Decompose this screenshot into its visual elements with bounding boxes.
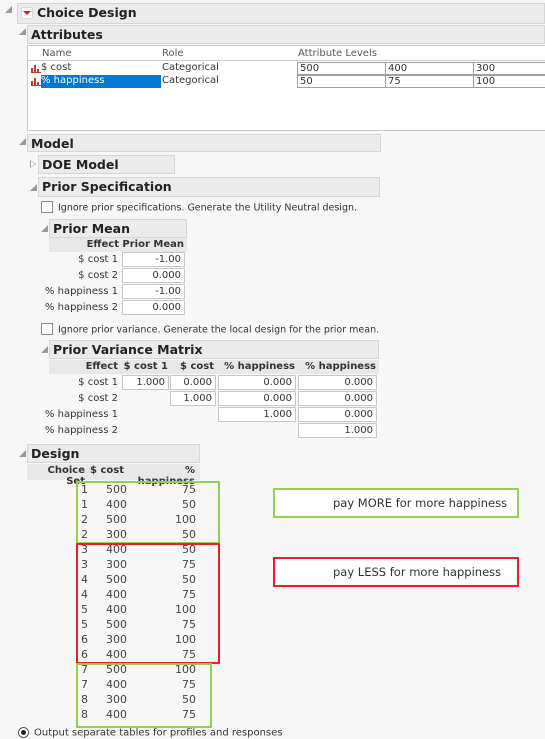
ignore-prior-spec-label: Ignore prior specifications. Generate th… — [58, 202, 358, 214]
col-prior-mean: Prior Mean — [122, 239, 184, 250]
note-pay-less-text: pay LESS for more happiness — [333, 565, 502, 579]
col-effect: Effect — [86, 239, 119, 250]
level-input[interactable]: 50 — [297, 75, 386, 88]
collapse-icon[interactable] — [41, 346, 48, 353]
attributes-table: Name Role Attribute Levels $ cost Catego… — [27, 45, 545, 131]
effect-label: $ cost 1 — [78, 377, 118, 388]
effect-label: % happiness 1 — [44, 409, 118, 420]
output-option-label: Output separate tables for profiles and … — [34, 727, 283, 739]
group-box-pay-less — [76, 543, 220, 664]
level-input[interactable]: 400 — [385, 62, 474, 75]
red-triangle-menu-icon[interactable] — [21, 6, 33, 19]
effect-label: % happiness 2 — [44, 425, 118, 436]
col-cost: $ cost — [90, 465, 124, 476]
note-pay-more: pay MORE for more happiness — [273, 488, 519, 518]
variance-input[interactable]: 0.000 — [298, 407, 377, 422]
choice-design-header[interactable]: Choice Design — [17, 3, 545, 24]
col-cost-1: $ cost 1 — [123, 361, 168, 372]
prior-specification-header[interactable]: Prior Specification — [38, 177, 380, 197]
prior-mean-title: Prior Mean — [53, 221, 130, 236]
level-input[interactable]: 500 — [297, 62, 386, 75]
variance-input[interactable]: 1.000 — [122, 375, 169, 390]
effect-label: $ cost 1 — [78, 254, 118, 265]
ignore-prior-var-checkbox[interactable] — [41, 323, 53, 335]
level-input[interactable]: 300 — [473, 62, 545, 75]
attributes-title: Attributes — [31, 27, 103, 42]
level-input[interactable]: 100 — [473, 75, 545, 88]
col-effect: Effect — [85, 361, 118, 372]
attribute-name-selected[interactable]: % happiness — [41, 75, 161, 88]
collapse-icon[interactable] — [41, 225, 48, 232]
variance-input[interactable]: 0.000 — [218, 375, 296, 390]
attribute-row[interactable]: $ cost Categorical 500 400 300 — [30, 62, 545, 75]
level-input[interactable]: 75 — [385, 75, 474, 88]
doe-model-controls-header[interactable]: DOE Model Controls — [38, 155, 175, 190]
collapse-icon[interactable] — [19, 450, 26, 457]
prior-mean-input[interactable]: -1.00 — [122, 252, 185, 267]
attribute-role[interactable]: Categorical — [162, 62, 219, 73]
expand-icon[interactable] — [30, 160, 36, 168]
attributes-header[interactable]: Attributes — [27, 25, 545, 44]
ignore-prior-var-option[interactable]: Ignore prior variance. Generate the loca… — [41, 323, 380, 336]
prior-variance-header[interactable]: Prior Variance Matrix — [49, 340, 379, 359]
ignore-prior-spec-option[interactable]: Ignore prior specifications. Generate th… — [41, 201, 358, 214]
model-header[interactable]: Model — [27, 134, 381, 152]
attribute-row[interactable]: % happiness Categorical 50 75 100 — [30, 75, 545, 88]
prior-variance-title: Prior Variance Matrix — [53, 342, 203, 357]
categorical-icon — [31, 65, 41, 73]
prior-mean-input[interactable]: 0.000 — [122, 300, 185, 315]
prior-specification-title: Prior Specification — [42, 179, 172, 194]
variance-input[interactable]: 1.000 — [170, 391, 216, 406]
choice-design-title: Choice Design — [37, 5, 137, 20]
effect-label: % happiness 2 — [44, 302, 118, 313]
collapse-icon[interactable] — [30, 184, 37, 191]
categorical-icon — [31, 78, 41, 86]
collapse-icon[interactable] — [19, 28, 26, 35]
note-pay-less: pay LESS for more happiness — [273, 557, 519, 587]
model-title: Model — [31, 136, 74, 151]
group-box-pay-more — [76, 481, 220, 544]
group-box-pay-more — [76, 663, 212, 728]
ignore-prior-var-label: Ignore prior variance. Generate the loca… — [58, 324, 380, 336]
design-title: Design — [31, 446, 80, 461]
collapse-icon[interactable] — [19, 138, 26, 145]
collapse-icon[interactable] — [5, 6, 12, 13]
note-pay-more-text: pay MORE for more happiness — [333, 496, 508, 510]
prior-mean-input[interactable]: 0.000 — [122, 268, 185, 283]
col-name: Name — [42, 48, 72, 59]
ignore-prior-spec-checkbox[interactable] — [41, 201, 53, 213]
attribute-name[interactable]: $ cost — [41, 62, 71, 73]
effect-label: % happiness 1 — [44, 286, 118, 297]
col-role: Role — [162, 48, 184, 59]
variance-input[interactable]: 1.000 — [218, 407, 296, 422]
attribute-role[interactable]: Categorical — [162, 75, 219, 86]
effect-label: $ cost 2 — [78, 393, 118, 404]
variance-input[interactable]: 1.000 — [298, 423, 377, 438]
effect-label: $ cost 2 — [78, 270, 118, 281]
prior-mean-header[interactable]: Prior Mean — [49, 219, 187, 238]
variance-input[interactable]: 0.000 — [218, 391, 296, 406]
design-header[interactable]: Design — [27, 444, 200, 463]
variance-input[interactable]: 0.000 — [170, 375, 216, 390]
prior-mean-input[interactable]: -1.00 — [122, 284, 185, 299]
variance-input[interactable]: 0.000 — [298, 375, 377, 390]
col-levels: Attribute Levels — [298, 48, 377, 59]
variance-input[interactable]: 0.000 — [298, 391, 377, 406]
